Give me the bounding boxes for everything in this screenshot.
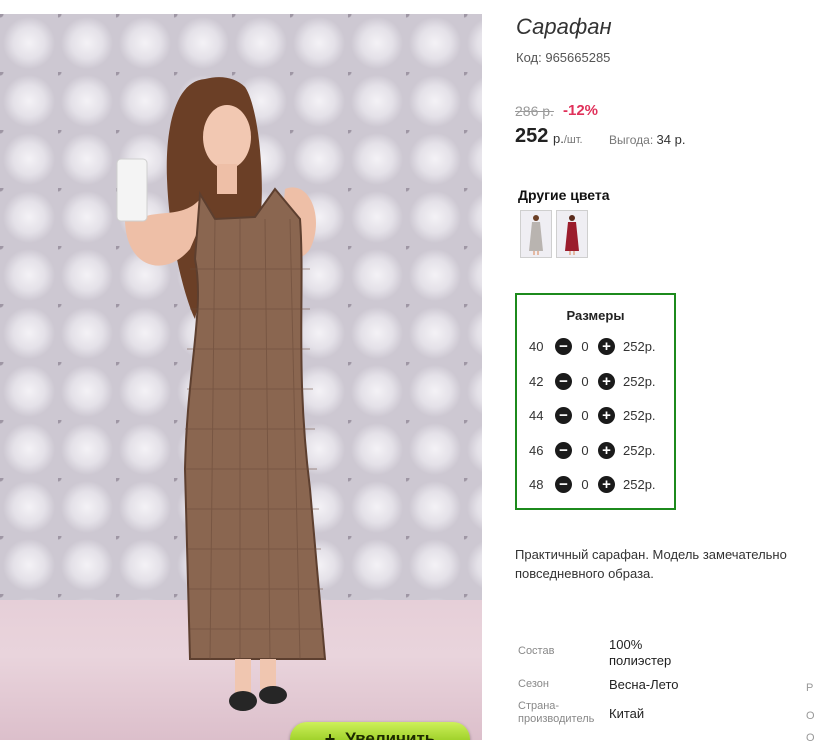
size-price: 252р. [623,373,656,389]
spec-label-line: Страна- [518,700,560,712]
product-code: Код: 965665285 [516,50,610,65]
code-label: Код: [516,50,542,65]
decrease-quantity-button[interactable]: − [555,372,572,390]
size-row: 46 − 0 + 252р. [529,440,656,460]
size-price: 252р. [623,442,656,458]
increase-quantity-button[interactable]: + [598,372,615,390]
edge-text: Р [806,682,814,694]
sizes-panel: Размеры 40 − 0 + 252р. 42 − 0 + 252р. 44… [515,293,676,510]
price-unit: р./шт. [553,131,583,146]
quantity-value[interactable]: 0 [572,339,598,354]
color-swatch-grey[interactable] [520,210,552,258]
decrease-quantity-button[interactable]: − [555,441,572,459]
savings: Выгода: 34 р. [609,132,685,147]
size-price: 252р. [623,407,656,423]
code-value: 965665285 [545,50,611,65]
size-label: 46 [529,442,544,458]
size-label: 42 [529,373,544,389]
decrease-quantity-button[interactable]: − [555,337,572,355]
increase-quantity-button[interactable]: + [598,441,615,459]
size-price: 252р. [623,476,656,492]
current-price: 252 [515,125,549,147]
price-currency: р. [553,131,564,146]
size-label: 48 [529,476,544,492]
size-price: 252р. [623,338,656,354]
sizes-title: Размеры [566,308,625,323]
red-dress-thumbnail [565,215,579,255]
increase-quantity-button[interactable]: + [598,475,615,493]
discount-badge: -12% [563,102,599,119]
description-line: повседневного образа. [515,566,654,581]
decrease-quantity-button[interactable]: − [555,475,572,493]
size-row: 42 − 0 + 252р. [529,371,656,391]
spec-value-line: 100% [609,637,643,652]
spec-label-line: производитель [518,713,595,725]
quantity-value[interactable]: 0 [572,443,598,458]
model-figure [116,77,327,711]
product-photo[interactable]: + Увеличить [0,14,482,740]
size-row: 48 − 0 + 252р. [529,474,656,494]
product-title: Сарафан [516,14,612,39]
increase-quantity-button[interactable]: + [598,406,615,424]
decrease-quantity-button[interactable]: − [555,406,572,424]
savings-value: 34 р. [656,132,686,147]
spec-value-season: Весна-Лето [609,677,679,692]
zoom-label: Увеличить [345,729,436,740]
grey-dress-thumbnail [529,215,543,255]
price-per-unit: /шт. [563,134,583,146]
product-description: Практичный сарафан. Модель замечательно … [515,545,814,583]
spec-value-composition: 100% полиэстер [609,637,671,669]
other-colors-title: Другие цвета [518,187,610,203]
spec-value-country: Китай [609,706,645,721]
size-label: 40 [529,338,544,354]
spec-value-line: полиэстер [609,653,672,668]
increase-quantity-button[interactable]: + [598,337,615,355]
color-swatch-red[interactable] [556,210,588,258]
spec-label-composition: Состав [518,645,555,657]
size-label: 44 [529,407,544,423]
description-line: Практичный сарафан. Модель замечательно [515,547,787,562]
zoom-button[interactable]: + Увеличить [290,722,470,740]
quantity-value[interactable]: 0 [572,374,598,389]
plus-icon: + [324,728,336,741]
edge-text: О [806,732,814,744]
spec-label-season: Сезон [518,678,549,690]
savings-label: Выгода: [609,133,654,147]
size-row: 44 − 0 + 252р. [529,405,656,425]
quantity-value[interactable]: 0 [572,477,598,492]
old-price: 286 р. [515,103,554,119]
size-row: 40 − 0 + 252р. [529,336,656,356]
spec-label-country: Страна- производитель [518,700,594,726]
quantity-value[interactable]: 0 [572,408,598,423]
edge-text: О [806,710,814,722]
